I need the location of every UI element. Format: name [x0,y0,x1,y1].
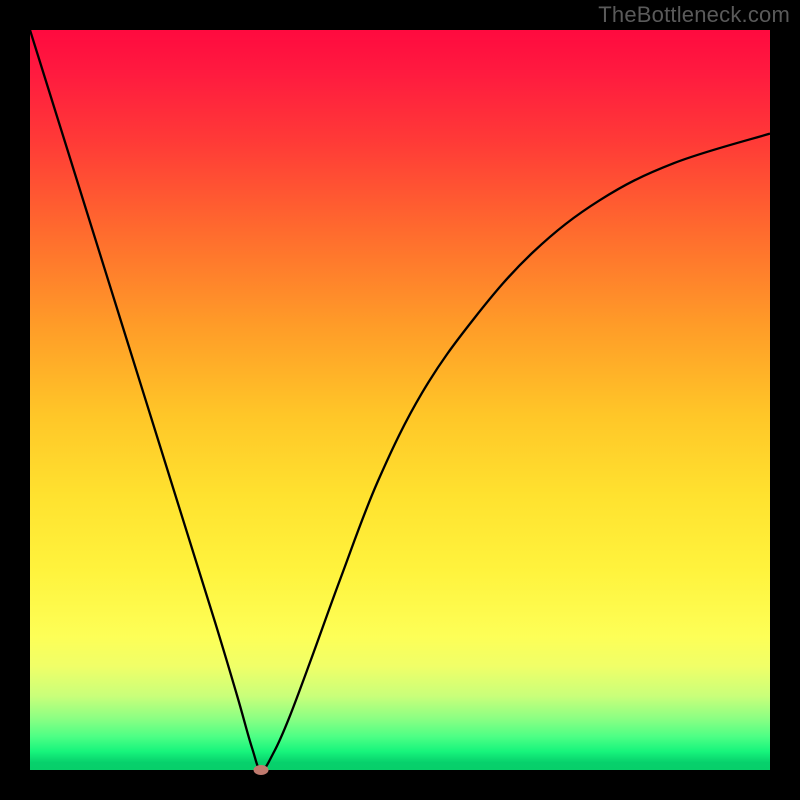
plot-area [30,30,770,770]
curve-path [30,30,770,770]
bottleneck-curve [30,30,770,770]
watermark-text: TheBottleneck.com [598,2,790,28]
chart-root: TheBottleneck.com [0,0,800,800]
optimal-point-marker [254,765,269,775]
